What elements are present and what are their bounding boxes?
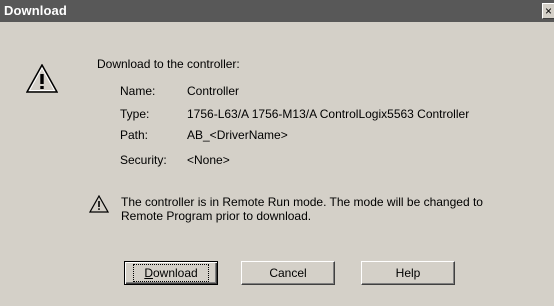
cancel-button[interactable]: Cancel (241, 261, 335, 285)
path-value: AB_<DriverName> (187, 128, 288, 142)
download-button[interactable]: Download (124, 261, 218, 285)
close-icon: × (544, 4, 552, 18)
help-button[interactable]: Help (361, 261, 455, 285)
download-button-label: ownload (152, 266, 198, 280)
type-label: Type: (120, 107, 150, 121)
type-value: 1756-L63/A 1756-M13/A ControlLogix5563 C… (187, 107, 470, 121)
window-title: Download (4, 3, 67, 18)
close-button[interactable]: × (542, 3, 554, 19)
mode-warning-line1: The controller is in Remote Run mode. Th… (121, 195, 483, 209)
mode-warning-icon (89, 195, 109, 213)
download-accelerator: D (144, 266, 153, 280)
name-value: Controller (187, 84, 240, 98)
download-heading: Download to the controller: (97, 57, 240, 71)
path-label: Path: (120, 128, 149, 142)
warning-icon (26, 64, 58, 93)
mode-warning-line2: Remote Program prior to download. (121, 209, 312, 223)
name-label: Name: (120, 84, 156, 98)
download-button-focus: Download (133, 264, 209, 282)
security-value: <None> (187, 153, 230, 167)
download-dialog: Download × Download to the controller: N… (0, 0, 554, 306)
title-bar[interactable]: Download × (0, 0, 554, 22)
security-label: Security: (120, 153, 167, 167)
